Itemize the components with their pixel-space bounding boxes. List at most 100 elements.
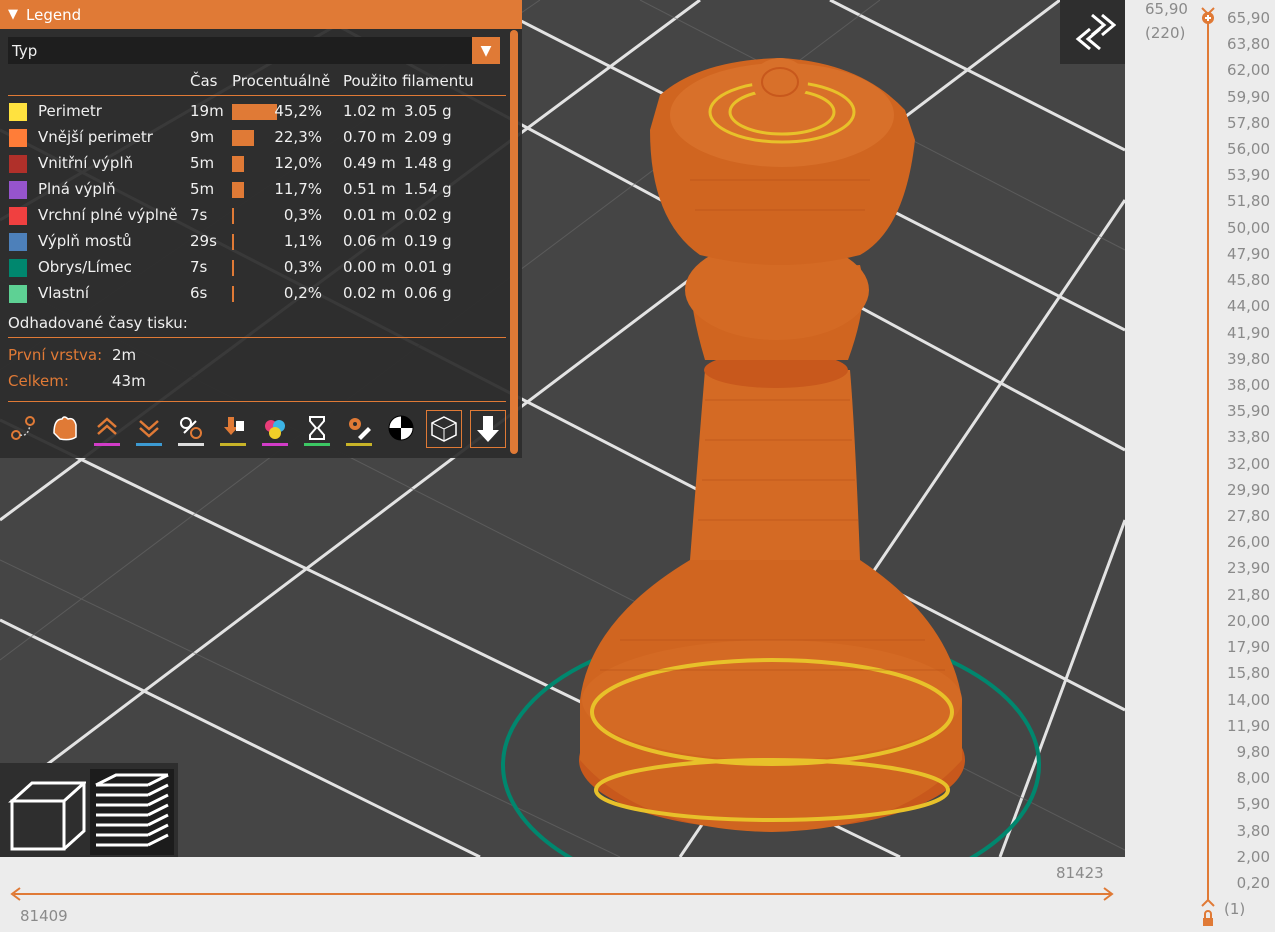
feature-percent: 0,3% <box>283 206 322 224</box>
feature-grams: 2.09 g <box>404 128 452 146</box>
layer-height-tick: 14,00 <box>1227 690 1270 709</box>
color-swatch <box>9 285 27 303</box>
feature-time: 5m <box>190 180 215 198</box>
feature-meters: 1.02 m <box>343 102 396 120</box>
color-changes-icon <box>265 420 285 439</box>
first-layer-label: První vrstva: <box>8 346 103 364</box>
legend-row[interactable]: Plná výplň 5m 11,7% 0.51 m 1.54 g <box>0 176 510 202</box>
seams-button[interactable] <box>174 410 208 446</box>
collapse-sidebar-button[interactable] <box>1060 0 1125 64</box>
color-swatch <box>9 181 27 199</box>
feature-meters: 0.01 m <box>343 206 396 224</box>
3d-view-button[interactable] <box>6 771 88 855</box>
deretractions-button[interactable] <box>132 410 166 446</box>
layer-height-tick: 2,00 <box>1236 847 1270 866</box>
feature-name: Obrys/Límec <box>38 258 132 276</box>
deretractions-icon <box>139 420 159 438</box>
tool-marker-icon <box>477 416 499 442</box>
center-of-gravity-button[interactable] <box>384 410 418 446</box>
legend-row[interactable]: Vnitřní výplň 5m 12,0% 0.49 m 1.48 g <box>0 150 510 176</box>
feature-meters: 0.49 m <box>343 154 396 172</box>
tool-changes-button[interactable] <box>216 410 250 446</box>
divider <box>8 337 506 338</box>
feature-meters: 0.02 m <box>343 284 396 302</box>
custom-gcode-button[interactable] <box>342 410 376 446</box>
layer-height-tick: 35,90 <box>1227 402 1270 421</box>
vertical-slider-track[interactable] <box>1198 0 1218 932</box>
layer-height-tick: 8,00 <box>1236 769 1270 788</box>
feature-name: Perimetr <box>38 102 102 120</box>
feature-meters: 0.70 m <box>343 128 396 146</box>
chess-queen-model <box>579 58 965 832</box>
layer-height-tick: 63,80 <box>1227 35 1270 54</box>
color-swatch <box>9 207 27 225</box>
legend-row[interactable]: Perimetr 19m 45,2% 1.02 m 3.05 g <box>0 98 510 124</box>
tool-marker-button[interactable] <box>470 410 506 448</box>
feature-percent: 11,7% <box>274 180 322 198</box>
view-type-select[interactable]: Typ ▼ <box>8 37 500 64</box>
legend-panel: ▼ Legend Typ ▼ Čas Procentuálně Použito … <box>0 0 522 458</box>
pause-prints-button[interactable] <box>300 410 334 446</box>
layers-icon <box>95 773 169 847</box>
gear-pencil-icon <box>349 418 371 440</box>
legend-row[interactable]: Vrchní plné výplně 7s 0,3% 0.01 m 0.02 g <box>0 202 510 228</box>
layers-view-button[interactable] <box>90 769 174 855</box>
legend-scrollbar[interactable] <box>510 30 518 454</box>
first-layer-value: 2m <box>112 346 137 364</box>
layer-height-tick: 27,80 <box>1227 507 1270 526</box>
layer-height-tick: 0,20 <box>1236 874 1270 892</box>
legend-toolbar <box>6 410 506 448</box>
feature-time: 9m <box>190 128 215 146</box>
dropdown-arrow-icon[interactable]: ▼ <box>472 37 500 64</box>
travel-button[interactable] <box>6 410 40 446</box>
divider <box>8 95 506 96</box>
layer-height-tick: 45,80 <box>1227 271 1270 290</box>
color-swatch <box>9 103 27 121</box>
divider <box>8 401 506 402</box>
top-height-value: 65,90 <box>1145 0 1188 18</box>
shells-button[interactable] <box>426 410 462 448</box>
layer-height-tick: 59,90 <box>1227 87 1270 106</box>
layer-height-tick: 26,00 <box>1227 533 1270 552</box>
feature-grams: 0.19 g <box>404 232 452 250</box>
feature-grams: 1.54 g <box>404 180 452 198</box>
feature-meters: 0.06 m <box>343 232 396 250</box>
color-changes-button[interactable] <box>258 410 292 446</box>
horizontal-slider-track[interactable] <box>0 857 1125 932</box>
color-swatch <box>9 259 27 277</box>
top-layer-value: (220) <box>1145 24 1186 42</box>
layer-height-tick: 44,00 <box>1227 297 1270 316</box>
feature-meters: 0.51 m <box>343 180 396 198</box>
legend-title: Legend <box>26 5 82 24</box>
legend-row[interactable]: Obrys/Límec 7s 0,3% 0.00 m 0.01 g <box>0 254 510 280</box>
retractions-button[interactable] <box>90 410 124 446</box>
layer-height-tick: 62,00 <box>1227 61 1270 80</box>
legend-header[interactable]: ▼ Legend <box>0 0 522 29</box>
layer-height-tick: 9,80 <box>1236 742 1270 761</box>
layer-height-tick: 33,80 <box>1227 428 1270 447</box>
layer-height-tick: 17,90 <box>1227 638 1270 657</box>
feature-time: 5m <box>190 154 215 172</box>
wipe-icon <box>53 416 77 441</box>
layer-height-tick: 57,80 <box>1227 113 1270 132</box>
layer-height-tick: 53,90 <box>1227 166 1270 185</box>
feature-time: 29s <box>190 232 217 250</box>
legend-row[interactable]: Výplň mostů 29s 1,1% 0.06 m 0.19 g <box>0 228 510 254</box>
header-filament: Použito filamentu <box>343 72 474 90</box>
legend-row[interactable]: Vnější perimetr 9m 22,3% 0.70 m 2.09 g <box>0 124 510 150</box>
layer-height-tick: 11,90 <box>1227 716 1270 735</box>
feature-meters: 0.00 m <box>343 258 396 276</box>
legend-row[interactable]: Vlastní 6s 0,2% 0.02 m 0.06 g <box>0 280 510 306</box>
feature-percent: 0,3% <box>283 258 322 276</box>
layer-height-tick: 29,90 <box>1227 480 1270 499</box>
wipe-button[interactable] <box>48 410 82 446</box>
feature-time: 19m <box>190 102 224 120</box>
view-type-value: Typ <box>12 41 38 60</box>
layer-height-tick: 5,90 <box>1236 795 1270 814</box>
header-percent: Procentuálně <box>232 72 331 90</box>
estimates-label: Odhadované časy tisku: <box>8 314 188 332</box>
feature-name: Vlastní <box>38 284 89 302</box>
total-value: 43m <box>112 372 146 390</box>
layer-height-tick: 47,90 <box>1227 244 1270 263</box>
color-swatch <box>9 233 27 251</box>
